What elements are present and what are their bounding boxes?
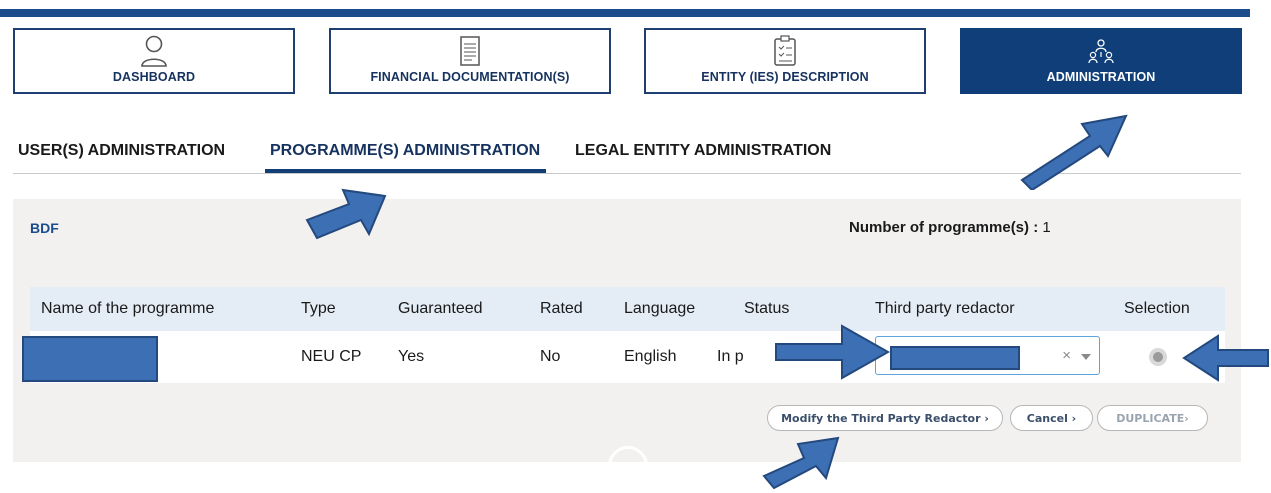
programmes-panel: BDF Number of programme(s) : 1 Name of t… xyxy=(13,199,1241,462)
chevron-down-icon[interactable] xyxy=(1081,354,1091,360)
column-header: Language xyxy=(624,300,696,317)
third-party-redactor-select[interactable]: × xyxy=(875,336,1100,375)
column-header: Selection xyxy=(1124,300,1190,317)
nav-card-financial-documentation[interactable]: FINANCIAL DOCUMENTATION(S) xyxy=(329,28,611,94)
selection-radio[interactable] xyxy=(1149,348,1167,366)
column-header: Third party redactor xyxy=(875,300,1015,317)
nav-card-entity-description[interactable]: ENTITY (IES) DESCRIPTION xyxy=(644,28,926,94)
cancel-button[interactable]: Cancel › xyxy=(1010,405,1093,431)
annotation-arrow-icon xyxy=(762,436,840,490)
annotation-arrow-icon xyxy=(1020,114,1128,190)
top-strip xyxy=(0,0,1250,9)
document-icon xyxy=(459,35,481,72)
nav-card-dashboard[interactable]: DASHBOARD xyxy=(13,28,295,94)
column-header: Type xyxy=(301,300,336,317)
column-header: Guaranteed xyxy=(398,300,483,317)
programme-count-value: 1 xyxy=(1042,219,1051,236)
annotation-arrow-icon xyxy=(1182,334,1269,382)
programme-count-label: Number of programme(s) : xyxy=(849,219,1039,236)
nav-card-label: FINANCIAL DOCUMENTATION(S) xyxy=(370,70,570,84)
cell-type: NEU CP xyxy=(301,348,362,365)
tab-programmes-administration[interactable]: PROGRAMME(S) ADMINISTRATION xyxy=(270,142,540,160)
cell-language: English xyxy=(624,348,677,365)
org-chart-icon xyxy=(1088,38,1114,69)
table-header: Name of the programme Type Guaranteed Ra… xyxy=(30,287,1225,331)
duplicate-button[interactable]: DUPLICATE› xyxy=(1097,405,1208,431)
header-bar xyxy=(0,9,1250,17)
nav-card-label: ADMINISTRATION xyxy=(1046,70,1156,84)
cell-rated: No xyxy=(540,348,561,365)
column-header: Rated xyxy=(540,300,583,317)
clipboard-icon xyxy=(773,35,797,72)
cell-status: In p xyxy=(717,348,744,365)
user-icon xyxy=(140,35,168,72)
entity-name: BDF xyxy=(30,220,59,236)
column-header: Status xyxy=(744,300,790,317)
table-row: NEU CP Yes No English In p × xyxy=(30,331,1225,383)
redacted-value xyxy=(890,346,1020,370)
redacted-programme-name xyxy=(22,336,158,382)
modify-third-party-redactor-button[interactable]: Modify the Third Party Redactor › xyxy=(767,405,1003,431)
nav-card-administration[interactable]: ADMINISTRATION xyxy=(960,28,1242,94)
column-header: Name of the programme xyxy=(41,300,215,317)
annotation-arrow-icon xyxy=(305,188,387,240)
tab-users-administration[interactable]: USER(S) ADMINISTRATION xyxy=(18,142,225,160)
cell-guaranteed: Yes xyxy=(398,348,425,365)
annotation-arrow-icon xyxy=(775,324,891,380)
clear-icon[interactable]: × xyxy=(1062,347,1071,364)
loading-spinner xyxy=(608,446,648,486)
nav-card-label: DASHBOARD xyxy=(112,70,196,84)
active-tab-indicator xyxy=(265,169,546,173)
programme-count: Number of programme(s) : 1 xyxy=(849,219,1051,236)
tab-legal-entity-administration[interactable]: LEGAL ENTITY ADMINISTRATION xyxy=(575,142,831,160)
nav-card-label: ENTITY (IES) DESCRIPTION xyxy=(701,70,869,84)
